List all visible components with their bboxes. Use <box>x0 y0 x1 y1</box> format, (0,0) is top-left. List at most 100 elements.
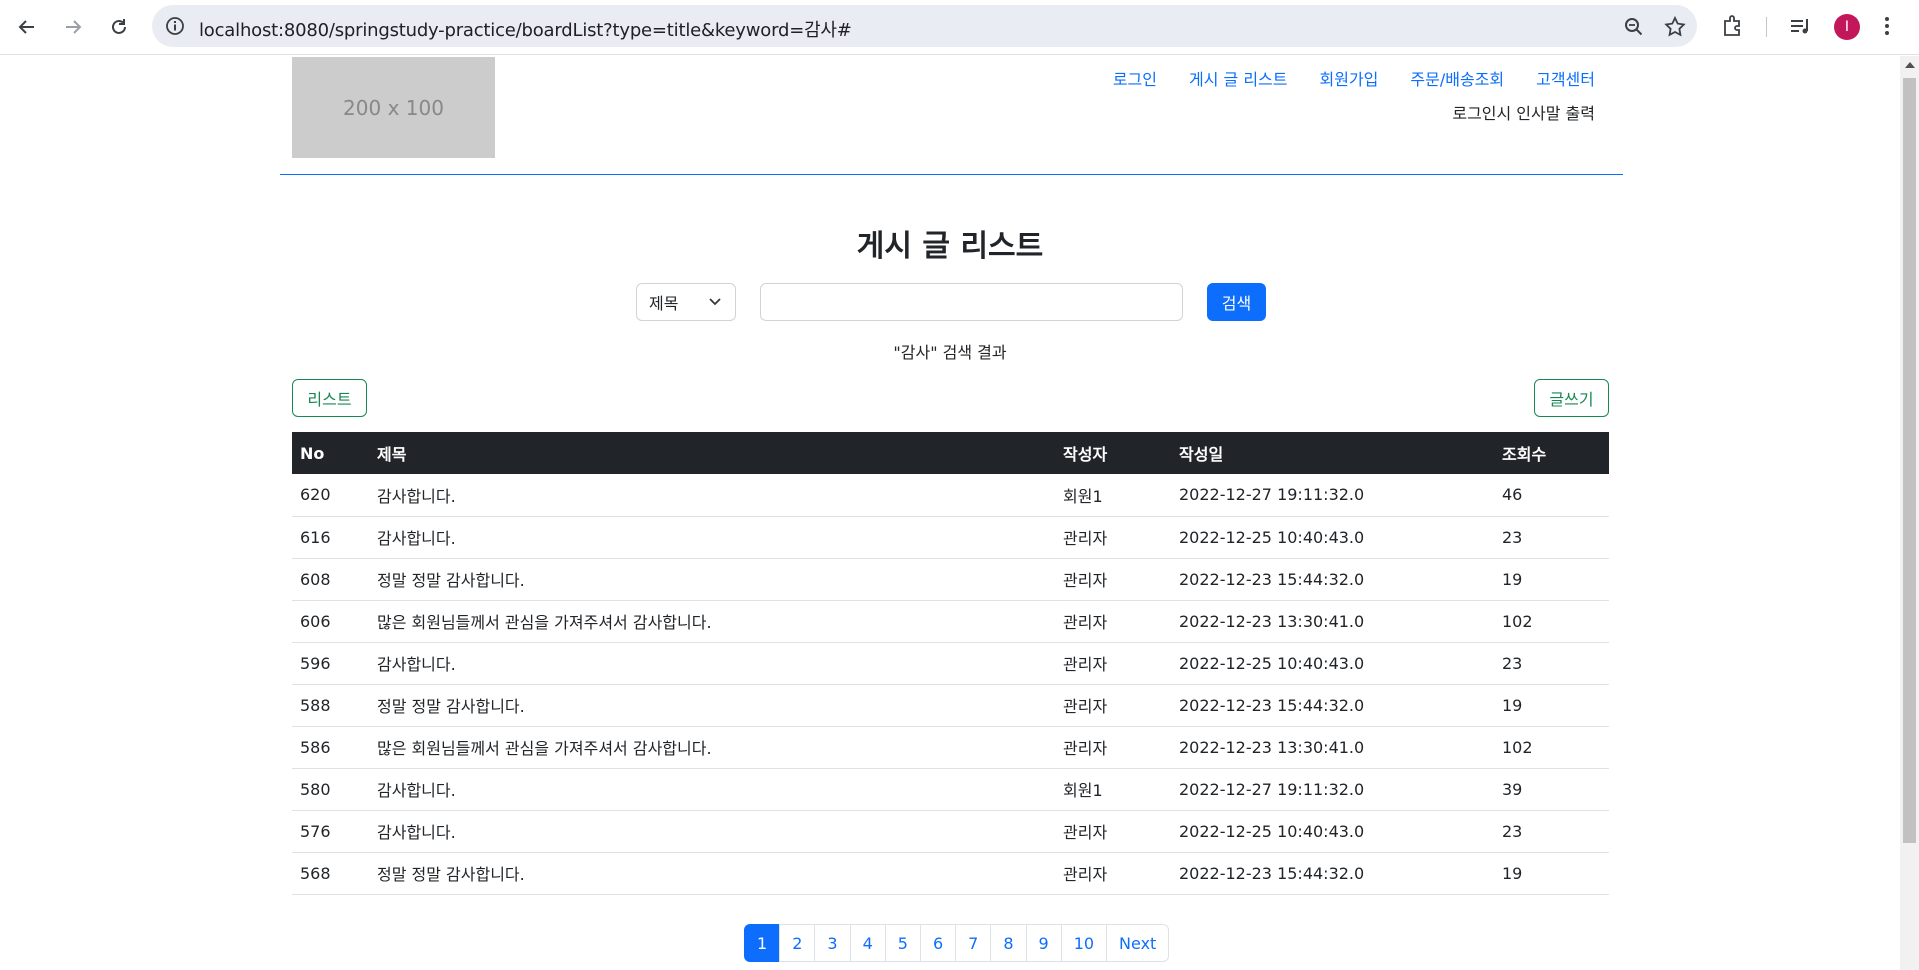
page-link-6[interactable]: 6 <box>919 924 957 962</box>
address-bar[interactable]: localhost:8080/springstudy-practice/boar… <box>152 5 1697 47</box>
search-type-value: 제목 <box>649 294 679 313</box>
header-divider <box>280 174 1623 175</box>
page-scrollbar[interactable] <box>1900 56 1919 970</box>
cell-title-link[interactable]: 정말 정말 감사합니다. <box>369 684 1055 727</box>
page-link-7[interactable]: 7 <box>955 924 992 962</box>
page-link-9[interactable]: 9 <box>1025 924 1062 962</box>
search-result-text: "감사" 검색 결과 <box>893 343 1007 362</box>
cell-author: 관리자 <box>1055 558 1171 601</box>
list-button[interactable]: 리스트 <box>292 379 367 417</box>
board-table: No 제목 작성자 작성일 조회수 620 감사합니다. 회원1 2022-12… <box>292 432 1609 895</box>
bookmark-star-icon[interactable] <box>1663 15 1687 39</box>
search-button[interactable]: 검색 <box>1207 283 1266 321</box>
cell-author: 회원1 <box>1055 474 1171 517</box>
page-link-8[interactable]: 8 <box>990 924 1027 962</box>
cell-title-link[interactable]: 정말 정말 감사합니다. <box>369 558 1055 601</box>
cell-date: 2022-12-23 13:30:41.0 <box>1171 600 1494 643</box>
table-row[interactable]: 606 많은 회원님들께서 관심을 가져주셔서 감사합니다. 관리자 2022-… <box>292 600 1609 643</box>
reload-icon[interactable] <box>104 12 134 42</box>
write-button[interactable]: 글쓰기 <box>1534 379 1609 417</box>
cell-date: 2022-12-23 15:44:32.0 <box>1171 684 1494 727</box>
header-no: No <box>300 443 325 463</box>
nav-signup-link[interactable]: 회원가입 <box>1304 66 1395 90</box>
top-navigation: 로그인 게시 글 리스트 회원가입 주문/배송조회 고객센터 <box>1097 66 1595 90</box>
header-date: 작성일 <box>1179 445 1224 464</box>
page-link-4[interactable]: 4 <box>849 924 886 962</box>
cell-title-link[interactable]: 감사합니다. <box>369 810 1055 853</box>
url-text: localhost:8080/springstudy-practice/boar… <box>199 20 852 41</box>
cell-views: 23 <box>1494 642 1609 685</box>
page-link-1[interactable]: 1 <box>744 924 781 962</box>
more-menu-icon[interactable] <box>1880 13 1894 39</box>
cell-date: 2022-12-25 10:40:43.0 <box>1171 642 1494 685</box>
header-author: 작성자 <box>1063 445 1108 464</box>
extensions-icon[interactable] <box>1720 13 1746 39</box>
search-type-select[interactable]: 제목 <box>636 283 736 321</box>
forward-arrow-icon[interactable] <box>58 12 88 42</box>
page-link-2[interactable]: 2 <box>779 924 816 962</box>
cell-views: 19 <box>1494 684 1609 727</box>
cell-no: 576 <box>292 810 369 853</box>
cell-date: 2022-12-23 15:44:32.0 <box>1171 558 1494 601</box>
cell-title-link[interactable]: 많은 회원님들께서 관심을 가져주셔서 감사합니다. <box>369 600 1055 643</box>
search-keyword-input[interactable] <box>760 283 1183 321</box>
logo-placeholder[interactable]: 200 x 100 <box>292 57 495 158</box>
table-row[interactable]: 620 감사합니다. 회원1 2022-12-27 19:11:32.0 46 <box>292 474 1609 517</box>
cell-no: 586 <box>292 726 369 769</box>
back-arrow-icon[interactable] <box>12 12 42 42</box>
media-queue-icon[interactable] <box>1787 13 1813 39</box>
cell-views: 19 <box>1494 852 1609 895</box>
cell-date: 2022-12-23 13:30:41.0 <box>1171 726 1494 769</box>
cell-title-link[interactable]: 감사합니다. <box>369 642 1055 685</box>
cell-title-link[interactable]: 감사합니다. <box>369 768 1055 811</box>
nav-board-list-link[interactable]: 게시 글 리스트 <box>1173 66 1304 90</box>
cell-title-link[interactable]: 감사합니다. <box>369 474 1055 517</box>
cell-title-link[interactable]: 정말 정말 감사합니다. <box>369 852 1055 895</box>
cell-views: 23 <box>1494 516 1609 559</box>
page-link-5[interactable]: 5 <box>884 924 921 962</box>
page-link-10[interactable]: 10 <box>1060 924 1108 962</box>
profile-avatar[interactable]: I <box>1834 14 1860 40</box>
header-title: 제목 <box>377 445 407 464</box>
cell-views: 102 <box>1494 726 1609 769</box>
table-row[interactable]: 580 감사합니다. 회원1 2022-12-27 19:11:32.0 39 <box>292 768 1609 811</box>
header-views: 조회수 <box>1502 445 1547 464</box>
cell-author: 관리자 <box>1055 600 1171 643</box>
cell-no: 568 <box>292 852 369 895</box>
cell-author: 회원1 <box>1055 768 1171 811</box>
page-title: 게시 글 리스트 <box>856 229 1044 264</box>
cell-no: 588 <box>292 684 369 727</box>
nav-login-link[interactable]: 로그인 <box>1097 66 1173 90</box>
table-row[interactable]: 588 정말 정말 감사합니다. 관리자 2022-12-23 15:44:32… <box>292 684 1609 727</box>
browser-toolbar: localhost:8080/springstudy-practice/boar… <box>0 0 1919 55</box>
cell-author: 관리자 <box>1055 516 1171 559</box>
nav-order-delivery-link[interactable]: 주문/배송조회 <box>1394 66 1520 90</box>
cell-title-link[interactable]: 감사합니다. <box>369 516 1055 559</box>
cell-author: 관리자 <box>1055 726 1171 769</box>
scroll-thumb[interactable] <box>1903 78 1916 843</box>
site-info-icon[interactable] <box>164 15 186 37</box>
table-row[interactable]: 586 많은 회원님들께서 관심을 가져주셔서 감사합니다. 관리자 2022-… <box>292 726 1609 769</box>
cell-author: 관리자 <box>1055 852 1171 895</box>
page-next-link[interactable]: Next <box>1106 924 1170 962</box>
cell-views: 39 <box>1494 768 1609 811</box>
table-row[interactable]: 568 정말 정말 감사합니다. 관리자 2022-12-23 15:44:32… <box>292 852 1609 895</box>
cell-author: 관리자 <box>1055 684 1171 727</box>
cell-no: 616 <box>292 516 369 559</box>
table-row[interactable]: 616 감사합니다. 관리자 2022-12-25 10:40:43.0 23 <box>292 516 1609 559</box>
table-row[interactable]: 596 감사합니다. 관리자 2022-12-25 10:40:43.0 23 <box>292 642 1609 685</box>
page-link-3[interactable]: 3 <box>814 924 851 962</box>
cell-author: 관리자 <box>1055 810 1171 853</box>
nav-customer-center-link[interactable]: 고객센터 <box>1520 66 1595 90</box>
table-row[interactable]: 608 정말 정말 감사합니다. 관리자 2022-12-23 15:44:32… <box>292 558 1609 601</box>
cell-date: 2022-12-25 10:40:43.0 <box>1171 516 1494 559</box>
pagination: 1 2 3 4 5 6 7 8 9 10 Next <box>744 924 1170 962</box>
cell-no: 596 <box>292 642 369 685</box>
scroll-up-arrow-icon[interactable] <box>1905 62 1915 68</box>
cell-title-link[interactable]: 많은 회원님들께서 관심을 가져주셔서 감사합니다. <box>369 726 1055 769</box>
toolbar-separator <box>1766 17 1767 37</box>
zoom-icon[interactable] <box>1622 15 1646 39</box>
chevron-down-icon <box>709 298 721 306</box>
page-content: 200 x 100 로그인 게시 글 리스트 회원가입 주문/배송조회 고객센터… <box>0 56 1900 970</box>
table-row[interactable]: 576 감사합니다. 관리자 2022-12-25 10:40:43.0 23 <box>292 810 1609 853</box>
